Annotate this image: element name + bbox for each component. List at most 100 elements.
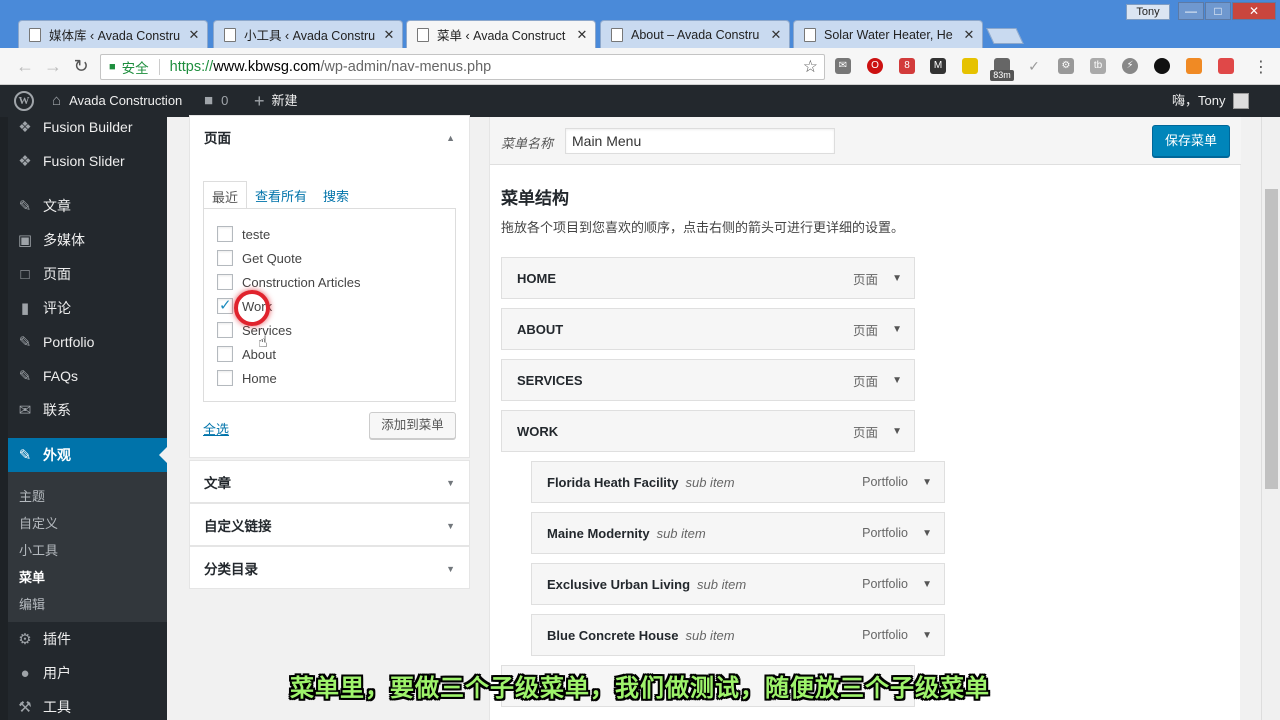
red-square-extension-icon[interactable] [1218,58,1234,74]
list-item[interactable]: Get Quote [217,250,302,266]
opera-extension-icon[interactable]: O [867,58,883,74]
minimize-icon[interactable]: — [1178,2,1204,20]
sidebar-item-plugins[interactable]: ⚙ 插件 [0,622,167,656]
checkbox[interactable] [217,370,233,386]
page-scrollbar[interactable] [1261,117,1280,720]
address-bar[interactable]: ■ 安全 https://www.kbwsg.com/wp-admin/nav-… [100,54,825,80]
menu-sub-item[interactable]: Maine Modernity sub item Portfolio ▼ [531,512,945,554]
checkbox[interactable] [217,346,233,362]
reload-icon[interactable]: ↻ [70,56,92,78]
gmail-extension-icon[interactable]: ✉ [835,58,851,74]
red-extension-icon[interactable]: 8 [899,58,915,74]
checkbox[interactable] [217,250,233,266]
yellow-extension-icon[interactable] [962,58,978,74]
bookmark-star-icon[interactable]: ☆ [803,57,818,77]
custom-links-metabox[interactable]: 自定义链接 ▼ [189,503,470,546]
menu-item[interactable]: HOME 页面 ▼ [501,257,915,299]
scrollbar-thumb[interactable] [1265,189,1278,489]
list-item[interactable]: teste [217,226,270,242]
m-extension-icon[interactable]: M [930,58,946,74]
close-icon[interactable]: ✕ [575,27,589,43]
checkbox[interactable] [217,274,233,290]
sidebar-item-fusion-slider[interactable]: ❖ Fusion Slider [0,144,167,178]
browser-tab[interactable]: 小工具 ‹ Avada Constru ✕ [213,20,403,48]
menu-sub-item[interactable]: Florida Heath Facility sub item Portfoli… [531,461,945,503]
list-item[interactable]: Home [217,370,277,386]
list-item[interactable]: Construction Articles [217,274,361,290]
caret-down-icon[interactable]: ▼ [446,521,455,531]
menu-name-input[interactable]: Main Menu [565,128,835,154]
expand-arrow-icon[interactable]: ▼ [922,528,932,539]
sidebar-item-label: 插件 [43,631,71,647]
expand-arrow-icon[interactable]: ▼ [922,579,932,590]
add-to-menu-button[interactable]: 添加到菜单 [369,412,456,439]
window-close-icon[interactable]: ✕ [1232,2,1276,20]
color-wheel-extension-icon[interactable] [1154,58,1170,74]
sidebar-item-faqs[interactable]: ✎ FAQs [0,359,167,393]
comments-link[interactable]: ■ 0 [204,85,228,117]
sidebar-item-pages[interactable]: □ 页面 [0,257,167,291]
close-icon[interactable]: ✕ [382,27,396,43]
caret-down-icon[interactable]: ▼ [446,564,455,574]
sidebar-item-media[interactable]: ▣ 多媒体 [0,223,167,257]
site-name-link[interactable]: ⌂ Avada Construction [52,85,182,117]
checkbox[interactable] [217,322,233,338]
menu-item[interactable]: ABOUT 页面 ▼ [501,308,915,350]
gear-extension-icon[interactable]: ⚙ [1058,58,1074,74]
submenu-item-themes[interactable]: 主题 [19,486,45,505]
window-profile-button[interactable]: Tony [1126,4,1170,20]
back-arrow-icon[interactable]: ← [14,56,36,78]
account-menu[interactable]: 嗨，Tony [1172,85,1250,117]
categories-metabox[interactable]: 分类目录 ▼ [189,546,470,589]
expand-arrow-icon[interactable]: ▼ [892,426,902,437]
browser-tab-active[interactable]: 菜单 ‹ Avada Construct ✕ [406,20,596,48]
sidebar-item-appearance[interactable]: ✎ 外观 [0,438,167,472]
caret-down-icon[interactable]: ▼ [446,478,455,488]
close-icon[interactable]: ✕ [962,27,976,43]
check-extension-icon[interactable]: ✓ [1026,58,1042,74]
menu-management: 菜单名称 Main Menu 保存菜单 菜单结构 拖放各个项目到您喜欢的顺序，点… [489,117,1241,720]
submenu-item-editor[interactable]: 编辑 [19,594,45,613]
new-content-link[interactable]: + 新建 [254,85,298,117]
sidebar-item-portfolio[interactable]: ✎ Portfolio [0,325,167,359]
sidebar-item-contact[interactable]: ✉ 联系 [0,393,167,427]
expand-arrow-icon[interactable]: ▼ [892,324,902,335]
submenu-item-customize[interactable]: 自定义 [19,513,58,532]
close-icon[interactable]: ✕ [769,27,783,43]
checkbox-label: teste [242,226,271,242]
menu-item[interactable]: WORK 页面 ▼ [501,410,915,452]
sidebar-item-fusion-builder[interactable]: ❖ Fusion Builder [0,117,167,144]
posts-metabox[interactable]: 文章 ▼ [189,460,470,503]
more-menu-icon[interactable]: ⋮ [1253,57,1269,77]
menu-item[interactable]: SERVICES 页面 ▼ [501,359,915,401]
checkbox-checked[interactable] [217,296,233,314]
caret-up-icon[interactable]: ▲ [446,133,455,143]
browser-tab[interactable]: Solar Water Heater, He ✕ [793,20,983,48]
menu-sub-item[interactable]: Blue Concrete House sub item Portfolio ▼ [531,614,945,656]
expand-arrow-icon[interactable]: ▼ [892,375,902,386]
browser-tab[interactable]: About – Avada Constru ✕ [600,20,790,48]
browser-tab[interactable]: 媒体库 ‹ Avada Constru ✕ [18,20,208,48]
tb-extension-icon[interactable]: tb [1090,58,1106,74]
menu-sub-item[interactable]: Exclusive Urban Living sub item Portfoli… [531,563,945,605]
select-all-link[interactable]: 全选 [203,419,229,438]
sidebar-scrollbar[interactable] [0,117,8,720]
checkbox[interactable] [217,226,233,242]
wordpress-logo-icon[interactable]: W [14,85,34,117]
forward-arrow-icon[interactable]: → [42,56,64,78]
maximize-icon[interactable]: □ [1205,2,1231,20]
bolt-extension-icon[interactable]: ⚡ [1122,58,1138,74]
sidebar-item-posts[interactable]: ✎ 文章 [0,189,167,223]
admin-sidebar: ❖ Fusion Builder ❖ Fusion Slider ✎ 文章 ▣ … [0,117,167,720]
pages-metabox-header[interactable]: 页面 ▲ [190,116,469,158]
close-icon[interactable]: ✕ [187,27,201,43]
expand-arrow-icon[interactable]: ▼ [922,477,932,488]
sidebar-item-comments[interactable]: ▮ 评论 [0,291,167,325]
orange-extension-icon[interactable] [1186,58,1202,74]
submenu-item-menus[interactable]: 菜单 [19,567,45,586]
new-tab-button[interactable] [986,28,1024,44]
expand-arrow-icon[interactable]: ▼ [922,630,932,641]
submenu-item-widgets[interactable]: 小工具 [19,540,58,559]
save-menu-button[interactable]: 保存菜单 [1152,125,1230,157]
expand-arrow-icon[interactable]: ▼ [892,273,902,284]
